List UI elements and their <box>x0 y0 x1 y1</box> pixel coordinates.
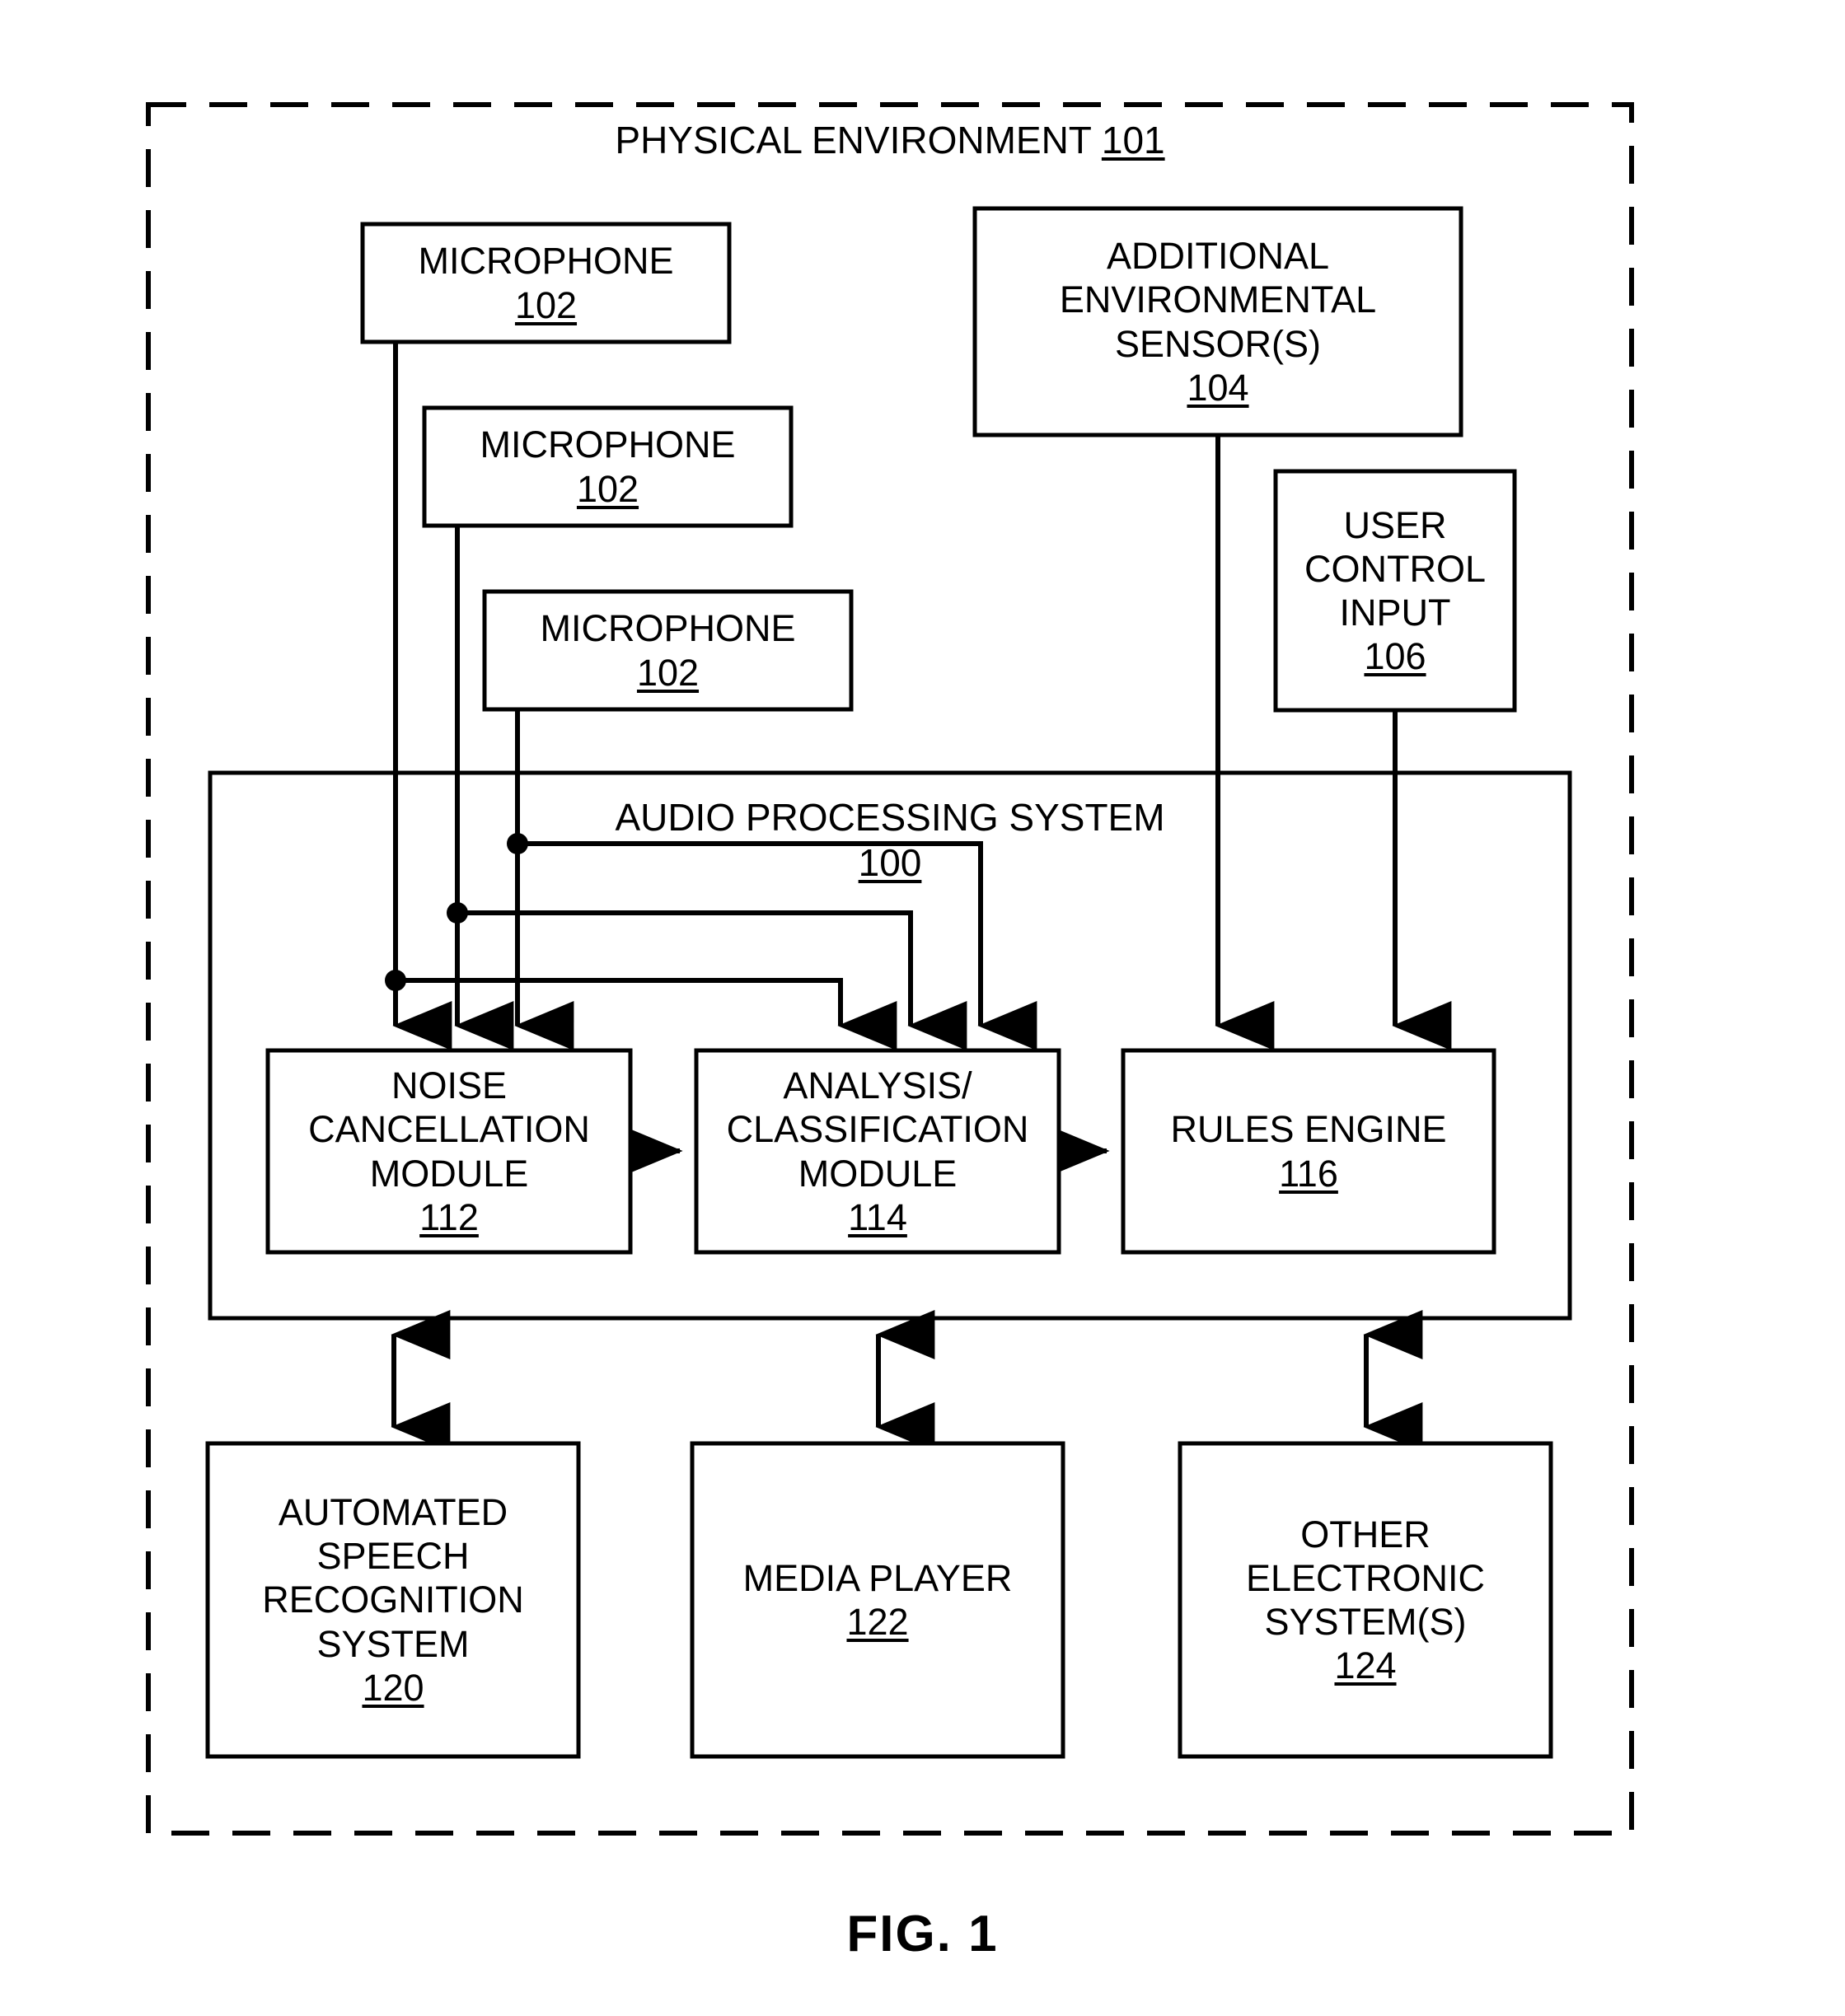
user-control-input-box-outline <box>1273 469 1517 713</box>
audio-processing-system-ref: 100 <box>858 841 922 885</box>
mic2-junction-dot <box>447 902 468 924</box>
additional-environmental-sensors-box-outline <box>972 206 1463 437</box>
analysis-classification-module-box-outline <box>694 1048 1061 1255</box>
physical-environment-ref: 101 <box>1101 119 1165 161</box>
microphone-1-box-outline <box>360 222 732 344</box>
diagram-lines-layer <box>146 102 1634 1836</box>
rules-engine-box-outline <box>1121 1048 1496 1255</box>
mic1-junction-dot <box>385 970 406 991</box>
microphone-2-box-outline <box>422 405 794 528</box>
patent-figure: PHYSICAL ENVIRONMENT 101 MICROPHONE 102 … <box>0 0 1845 2016</box>
physical-environment-title: PHYSICAL ENVIRONMENT 101 <box>148 118 1632 163</box>
noise-cancellation-module-box-outline <box>265 1048 633 1255</box>
audio-processing-system-title: AUDIO PROCESSING SYSTEM 100 <box>210 795 1570 886</box>
figure-caption: FIG. 1 <box>846 1906 999 1962</box>
media-player-box-outline <box>690 1441 1065 1759</box>
audio-processing-system-label: AUDIO PROCESSING SYSTEM <box>615 796 1165 839</box>
microphone-3-box-outline <box>482 589 854 712</box>
other-electronic-systems-box-outline <box>1178 1441 1553 1759</box>
physical-environment-label: PHYSICAL ENVIRONMENT <box>615 119 1092 161</box>
asr-system-box-outline <box>205 1441 581 1759</box>
